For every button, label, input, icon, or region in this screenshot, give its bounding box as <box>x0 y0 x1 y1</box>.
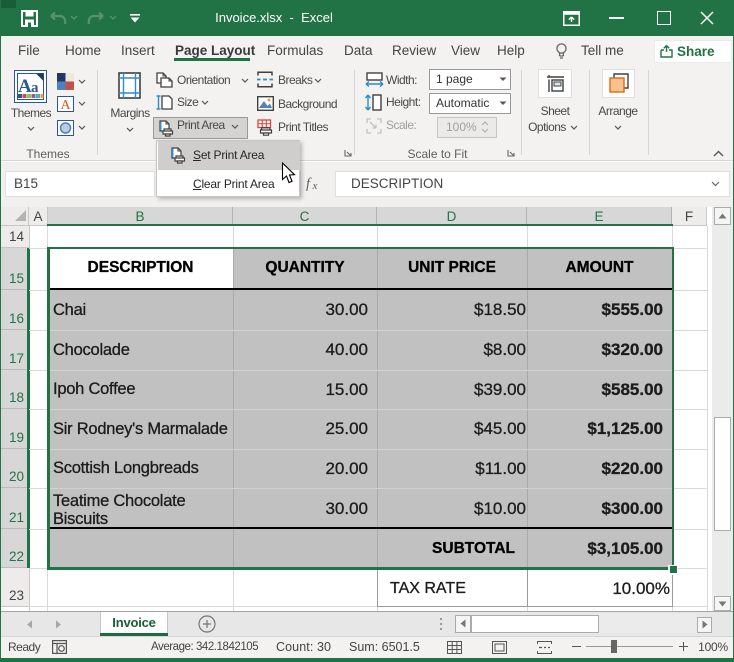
svg-text:f: f <box>306 176 312 191</box>
svg-text:A: A <box>61 98 72 112</box>
svg-text:a: a <box>31 80 39 96</box>
svg-text:x: x <box>312 180 318 191</box>
svg-text:A: A <box>18 76 32 97</box>
